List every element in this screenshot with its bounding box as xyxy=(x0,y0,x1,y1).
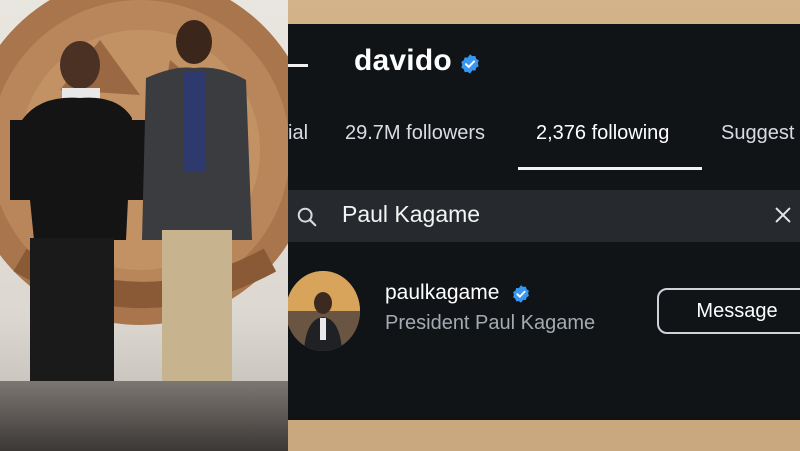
back-arrow-icon[interactable] xyxy=(288,64,308,67)
result-full-name: President Paul Kagame xyxy=(385,312,596,334)
tab-following[interactable]: 2,376 following xyxy=(536,122,669,145)
profile-username-text: davido xyxy=(354,44,452,77)
floor xyxy=(0,381,288,451)
message-button[interactable]: Message xyxy=(657,288,800,334)
close-icon[interactable] xyxy=(772,204,794,226)
verified-badge-icon xyxy=(459,53,481,75)
avatar[interactable] xyxy=(288,271,360,351)
search-icon xyxy=(297,207,317,227)
profile-username: davido xyxy=(354,44,452,78)
avatar-image xyxy=(288,271,360,351)
tab-suggested[interactable]: Suggest xyxy=(721,122,794,145)
result-username[interactable]: paulkagame xyxy=(385,281,499,305)
search-result-row[interactable]: paulkagame President Paul Kagame Message xyxy=(288,271,800,355)
search-bar[interactable]: Paul Kagame xyxy=(288,190,800,242)
tab-bar: ial 29.7M followers 2,376 following Sugg… xyxy=(288,122,800,166)
photo-panel xyxy=(0,0,288,451)
tab-partial[interactable]: ial xyxy=(288,122,308,145)
search-input[interactable]: Paul Kagame xyxy=(342,201,480,228)
tab-followers[interactable]: 29.7M followers xyxy=(345,122,485,145)
active-tab-indicator xyxy=(518,167,702,170)
verified-badge-icon xyxy=(511,284,531,304)
following-screen: davido ial 29.7M followers 2,376 followi… xyxy=(288,24,800,420)
